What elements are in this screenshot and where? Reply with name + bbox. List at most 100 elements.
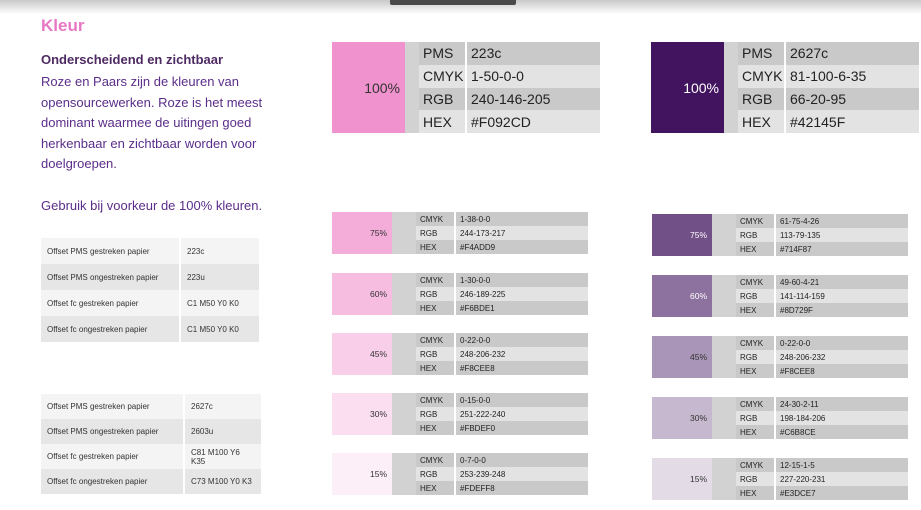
offset-table-pink: Offset PMS gestreken papier 223c Offset P… <box>41 238 259 342</box>
value-label: CMYK <box>416 453 456 467</box>
value-label: RGB <box>416 467 456 481</box>
value-text: 1-38-0-0 <box>456 212 588 226</box>
page-title: Kleur <box>41 16 85 35</box>
value-text: 1-50-0-0 <box>467 64 600 88</box>
value-label: PMS <box>738 42 786 65</box>
value-label: CMYK <box>416 212 456 226</box>
offset-value: C1 M50 Y0 K0 <box>180 290 259 316</box>
color-swatch: 45% <box>652 336 712 378</box>
value-row: CMYK 61-75-4-26 <box>736 214 908 228</box>
color-values: CMYK 12-15-1-5 RGB 227-220-231 HEX #E3DCE7 <box>736 458 908 500</box>
offset-value: 2603u <box>184 419 261 444</box>
value-label: RGB <box>416 347 456 361</box>
value-label: RGB <box>736 472 776 486</box>
value-label: CMYK <box>416 333 456 347</box>
value-text: 12-15-1-5 <box>776 458 908 472</box>
value-row: CMYK 0-22-0-0 <box>416 333 588 347</box>
value-label: RGB <box>416 287 456 301</box>
color-swatch: 60% <box>332 273 392 315</box>
value-row: CMYK 1-30-0-0 <box>416 273 588 287</box>
value-label: CMYK <box>736 275 776 289</box>
offset-label: Offset fc gestreken papier <box>41 444 185 469</box>
color-block-purple-15: 15% CMYK 12-15-1-5 RGB 227-220-231 HEX #E3D… <box>652 458 908 500</box>
value-text: 1-30-0-0 <box>456 273 588 287</box>
value-label: HEX <box>736 425 776 439</box>
value-label: CMYK <box>738 64 786 88</box>
value-text: #42145F <box>786 110 919 133</box>
value-row: HEX #FDEFF8 <box>416 481 588 495</box>
color-values: CMYK 61-75-4-26 RGB 113-79-135 HEX #714F87 <box>736 214 908 256</box>
swatch-gap <box>712 458 736 500</box>
value-label: HEX <box>736 242 776 256</box>
color-block-pink-45: 45% CMYK 0-22-0-0 RGB 248-206-232 HEX #F8CE… <box>332 333 588 375</box>
value-label: CMYK <box>736 397 776 411</box>
value-label: RGB <box>736 411 776 425</box>
value-label: CMYK <box>416 393 456 407</box>
value-row: RGB 141-114-159 <box>736 289 908 303</box>
swatch-gap <box>392 273 416 315</box>
color-values: CMYK 49-60-4-21 RGB 141-114-159 HEX #8D729F <box>736 275 908 317</box>
value-row: RGB 246-189-225 <box>416 287 588 301</box>
color-block-purple-100: 100% PMS 2627c CMYK 81-100-6-35 RGB 66-20-9… <box>651 42 919 133</box>
value-row: HEX #42145F <box>738 110 919 133</box>
offset-value: 223c <box>180 238 259 264</box>
value-label: RGB <box>736 289 776 303</box>
offset-value: 223u <box>180 264 259 290</box>
value-text: #FBDEF0 <box>456 421 588 435</box>
value-text: #FDEFF8 <box>456 481 588 495</box>
table-row: Offset PMS ongestreken papier 223u <box>41 264 259 290</box>
offset-label: Offset PMS gestreken papier <box>41 394 185 419</box>
swatch-gap <box>712 397 736 439</box>
color-swatch: 15% <box>652 458 712 500</box>
value-text: 0-7-0-0 <box>456 453 588 467</box>
value-label: HEX <box>416 361 456 375</box>
top-handle <box>390 0 516 5</box>
color-block-purple-45: 45% CMYK 0-22-0-0 RGB 248-206-232 HEX #F8CE… <box>652 336 908 378</box>
table-row: Offset PMS ongestreken papier 2603u <box>41 419 261 444</box>
color-values: CMYK 1-30-0-0 RGB 246-189-225 HEX #F6BDE1 <box>416 273 588 315</box>
value-text: 253-239-248 <box>456 467 588 481</box>
value-row: HEX #C6B8CE <box>736 425 908 439</box>
value-label: HEX <box>738 110 786 133</box>
value-text: #F4ADD9 <box>456 240 588 254</box>
value-row: CMYK 12-15-1-5 <box>736 458 908 472</box>
swatch-gap <box>724 42 738 133</box>
value-row: CMYK 0-22-0-0 <box>736 336 908 350</box>
section-subtitle: Onderscheidend en zichtbaar <box>41 52 224 67</box>
value-row: HEX #F092CD <box>419 110 600 133</box>
value-row: CMYK 81-100-6-35 <box>738 64 919 88</box>
value-text: 61-75-4-26 <box>776 214 908 228</box>
color-swatch: 75% <box>332 212 392 254</box>
value-label: CMYK <box>736 458 776 472</box>
value-text: 248-206-232 <box>776 350 908 364</box>
value-row: CMYK 49-60-4-21 <box>736 275 908 289</box>
color-values: CMYK 0-15-0-0 RGB 251-222-240 HEX #FBDEF0 <box>416 393 588 435</box>
color-block-pink-30: 30% CMYK 0-15-0-0 RGB 251-222-240 HEX #FBDE… <box>332 393 588 435</box>
color-swatch: 75% <box>652 214 712 256</box>
value-label: CMYK <box>736 214 776 228</box>
color-block-pink-75: 75% CMYK 1-38-0-0 RGB 244-173-217 HEX #F4AD… <box>332 212 588 254</box>
swatch-gap <box>712 275 736 317</box>
value-text: 227-220-231 <box>776 472 908 486</box>
offset-label: Offset PMS ongestreken papier <box>41 419 185 444</box>
color-values: CMYK 24-30-2-11 RGB 198-184-206 HEX #C6B8CE <box>736 397 908 439</box>
table-row: Offset fc gestreken papier C1 M50 Y0 K0 <box>41 290 259 316</box>
swatch-gap <box>392 212 416 254</box>
value-text: 0-22-0-0 <box>776 336 908 350</box>
color-swatch: 60% <box>652 275 712 317</box>
value-label: HEX <box>736 364 776 378</box>
value-row: CMYK 24-30-2-11 <box>736 397 908 411</box>
value-row: CMYK 1-38-0-0 <box>416 212 588 226</box>
value-text: #8D729F <box>776 303 908 317</box>
value-label: HEX <box>736 486 776 500</box>
table-row: Offset fc gestreken papier C81 M100 Y6 K3… <box>41 444 261 469</box>
offset-value: C73 M100 Y0 K3 <box>184 469 261 494</box>
color-block-pink-15: 15% CMYK 0-7-0-0 RGB 253-239-248 HEX #FDEFF… <box>332 453 588 495</box>
value-text: #F8CEE8 <box>776 364 908 378</box>
value-text: 251-222-240 <box>456 407 588 421</box>
usage-note: Gebruik bij voorkeur de 100% kleuren. <box>41 198 263 213</box>
value-row: RGB 251-222-240 <box>416 407 588 421</box>
value-row: CMYK 0-15-0-0 <box>416 393 588 407</box>
value-text: 244-173-217 <box>456 226 588 240</box>
color-values: CMYK 0-7-0-0 RGB 253-239-248 HEX #FDEFF8 <box>416 453 588 495</box>
